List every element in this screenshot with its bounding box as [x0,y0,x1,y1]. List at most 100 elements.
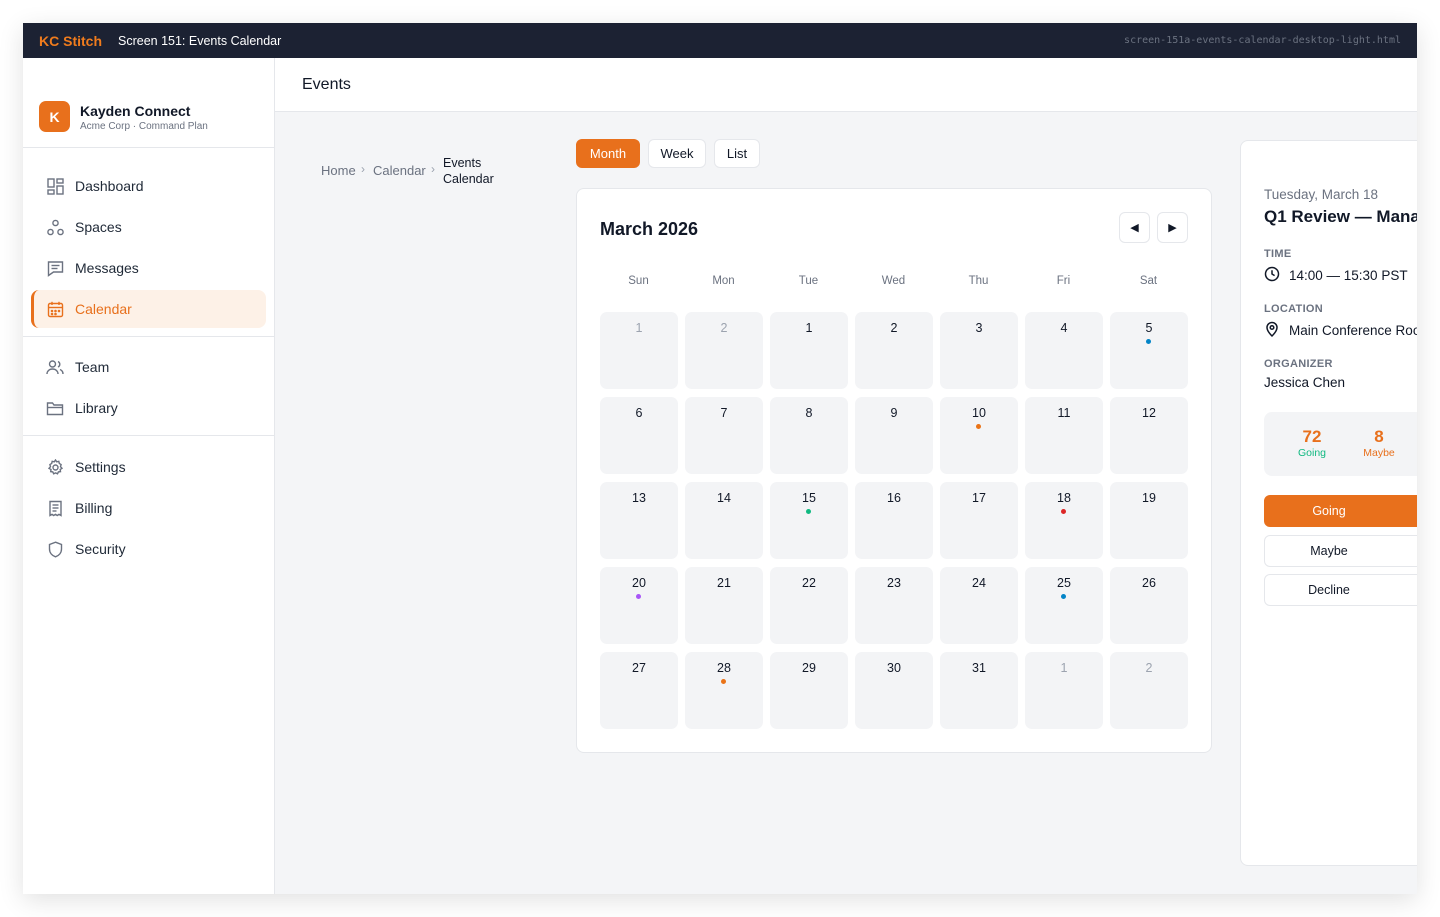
receipt-icon [46,499,64,517]
weekday-label: Wed [881,275,906,287]
calendar-month-title: March 2026 [600,219,699,239]
day-number: 8 [805,406,813,420]
sidebar-item-dashboard[interactable]: Dashboard [31,167,266,205]
event-indicator-dot [721,679,726,684]
screen-title: Screen 151: Events Calendar [118,33,282,48]
calendar-day[interactable]: 20 [600,567,678,644]
calendar-day[interactable]: 25 [1025,567,1103,644]
sidebar-item-settings[interactable]: Settings [31,448,266,486]
sidebar-item-label: Billing [75,500,113,516]
calendar-day[interactable]: 17 [940,482,1018,559]
weekday-label: Thu [968,275,989,287]
calendar-day[interactable]: 2 [855,312,933,389]
calendar-icon [46,300,64,318]
calendar-day[interactable]: 21 [685,567,763,644]
rsvp-going-button[interactable]: Going [1264,495,1417,527]
calendar-day[interactable]: 27 [600,652,678,729]
app-window: KC Stitch Screen 151: Events Calendar sc… [23,23,1417,894]
next-month-button[interactable]: ▶ [1157,212,1188,243]
calendar-day[interactable]: 22 [770,567,848,644]
calendar-day[interactable]: 10 [940,397,1018,474]
day-number: 28 [717,661,731,675]
organizer-label: ORGANIZER [1264,358,1333,370]
calendar-day[interactable]: 16 [855,482,933,559]
event-indicator-dot [636,594,641,599]
prev-month-button[interactable]: ◀ [1119,212,1150,243]
day-number: 5 [1145,321,1153,335]
calendar-day[interactable]: 30 [855,652,933,729]
event-date: Tuesday, March 18 [1264,187,1379,202]
calendar-day[interactable]: 6 [600,397,678,474]
event-time-text: 14:00 — 15:30 PST [1289,268,1408,283]
sidebar-item-team[interactable]: Team [31,348,266,386]
calendar-day[interactable]: 7 [685,397,763,474]
event-indicator-dot [1146,339,1151,344]
day-number: 1 [1060,661,1068,675]
sidebar-item-billing[interactable]: Billing [31,489,266,527]
breadcrumb-calendar[interactable]: Calendar [373,163,426,178]
view-month-button[interactable]: Month [576,139,640,168]
sidebar-item-spaces[interactable]: Spaces [31,208,266,246]
event-indicator-dot [806,509,811,514]
calendar-day[interactable]: 12 [1110,397,1188,474]
breadcrumb-home[interactable]: Home [321,163,356,178]
event-indicator-dot [1061,594,1066,599]
calendar-day[interactable]: 19 [1110,482,1188,559]
clock-icon [1264,266,1280,285]
calendar-day[interactable]: 29 [770,652,848,729]
calendar-day[interactable]: 1 [770,312,848,389]
calendar-day[interactable]: 2 [1110,652,1188,729]
day-number: 6 [635,406,643,420]
day-number: 20 [632,576,646,590]
sidebar-item-calendar[interactable]: Calendar [31,290,266,328]
calendar-day[interactable]: 4 [1025,312,1103,389]
location-label: LOCATION [1264,303,1324,315]
calendar-card: March 2026 ◀ ▶ Sun Mon Tue Wed Thu Fri Sat 121… [576,188,1212,753]
going-count-label: Going [1297,447,1327,459]
sidebar-item-label: Calendar [75,301,132,317]
dashboard-icon [46,177,64,195]
sidebar-item-library[interactable]: Library [31,389,266,427]
day-number: 21 [717,576,731,590]
calendar-day[interactable]: 8 [770,397,848,474]
org-header[interactable]: K Kayden Connect Acme Corp · Command Pla… [23,58,274,148]
sidebar-item-security[interactable]: Security [31,530,266,568]
calendar-day[interactable]: 14 [685,482,763,559]
day-number: 27 [632,661,646,675]
calendar-day[interactable]: 3 [940,312,1018,389]
sidebar-item-label: Settings [75,459,126,475]
calendar-day[interactable]: 5 [1110,312,1188,389]
messages-icon [46,259,64,277]
day-number: 13 [632,491,646,505]
calendar-day[interactable]: 26 [1110,567,1188,644]
calendar-day[interactable]: 9 [855,397,933,474]
sidebar-item-messages[interactable]: Messages [31,249,266,287]
sidebar-item-label: Dashboard [75,178,144,194]
folder-icon [46,399,64,417]
file-name: screen-151a-events-calendar-desktop-ligh… [1124,35,1401,46]
rsvp-maybe-button[interactable]: Maybe [1264,535,1417,567]
calendar-day[interactable]: 15 [770,482,848,559]
calendar-day[interactable]: 31 [940,652,1018,729]
view-list-button[interactable]: List [714,139,760,168]
calendar-day[interactable]: 2 [685,312,763,389]
calendar-day[interactable]: 18 [1025,482,1103,559]
page-header: Events [275,58,1417,112]
calendar-day[interactable]: 1 [600,312,678,389]
calendar-day[interactable]: 13 [600,482,678,559]
avatar: K [39,101,70,132]
calendar-day[interactable]: 11 [1025,397,1103,474]
view-week-button[interactable]: Week [648,139,706,168]
day-number: 19 [1142,491,1156,505]
sidebar-item-label: Team [75,359,110,375]
day-number: 1 [635,321,643,335]
event-organizer: Jessica Chen [1264,375,1346,390]
calendar-day[interactable]: 1 [1025,652,1103,729]
calendar-day[interactable]: 28 [685,652,763,729]
day-number: 10 [972,406,986,420]
day-number: 12 [1142,406,1156,420]
rsvp-decline-button[interactable]: Decline [1264,574,1417,606]
arrow-right-icon: ▶ [1168,222,1177,234]
calendar-day[interactable]: 23 [855,567,933,644]
calendar-day[interactable]: 24 [940,567,1018,644]
